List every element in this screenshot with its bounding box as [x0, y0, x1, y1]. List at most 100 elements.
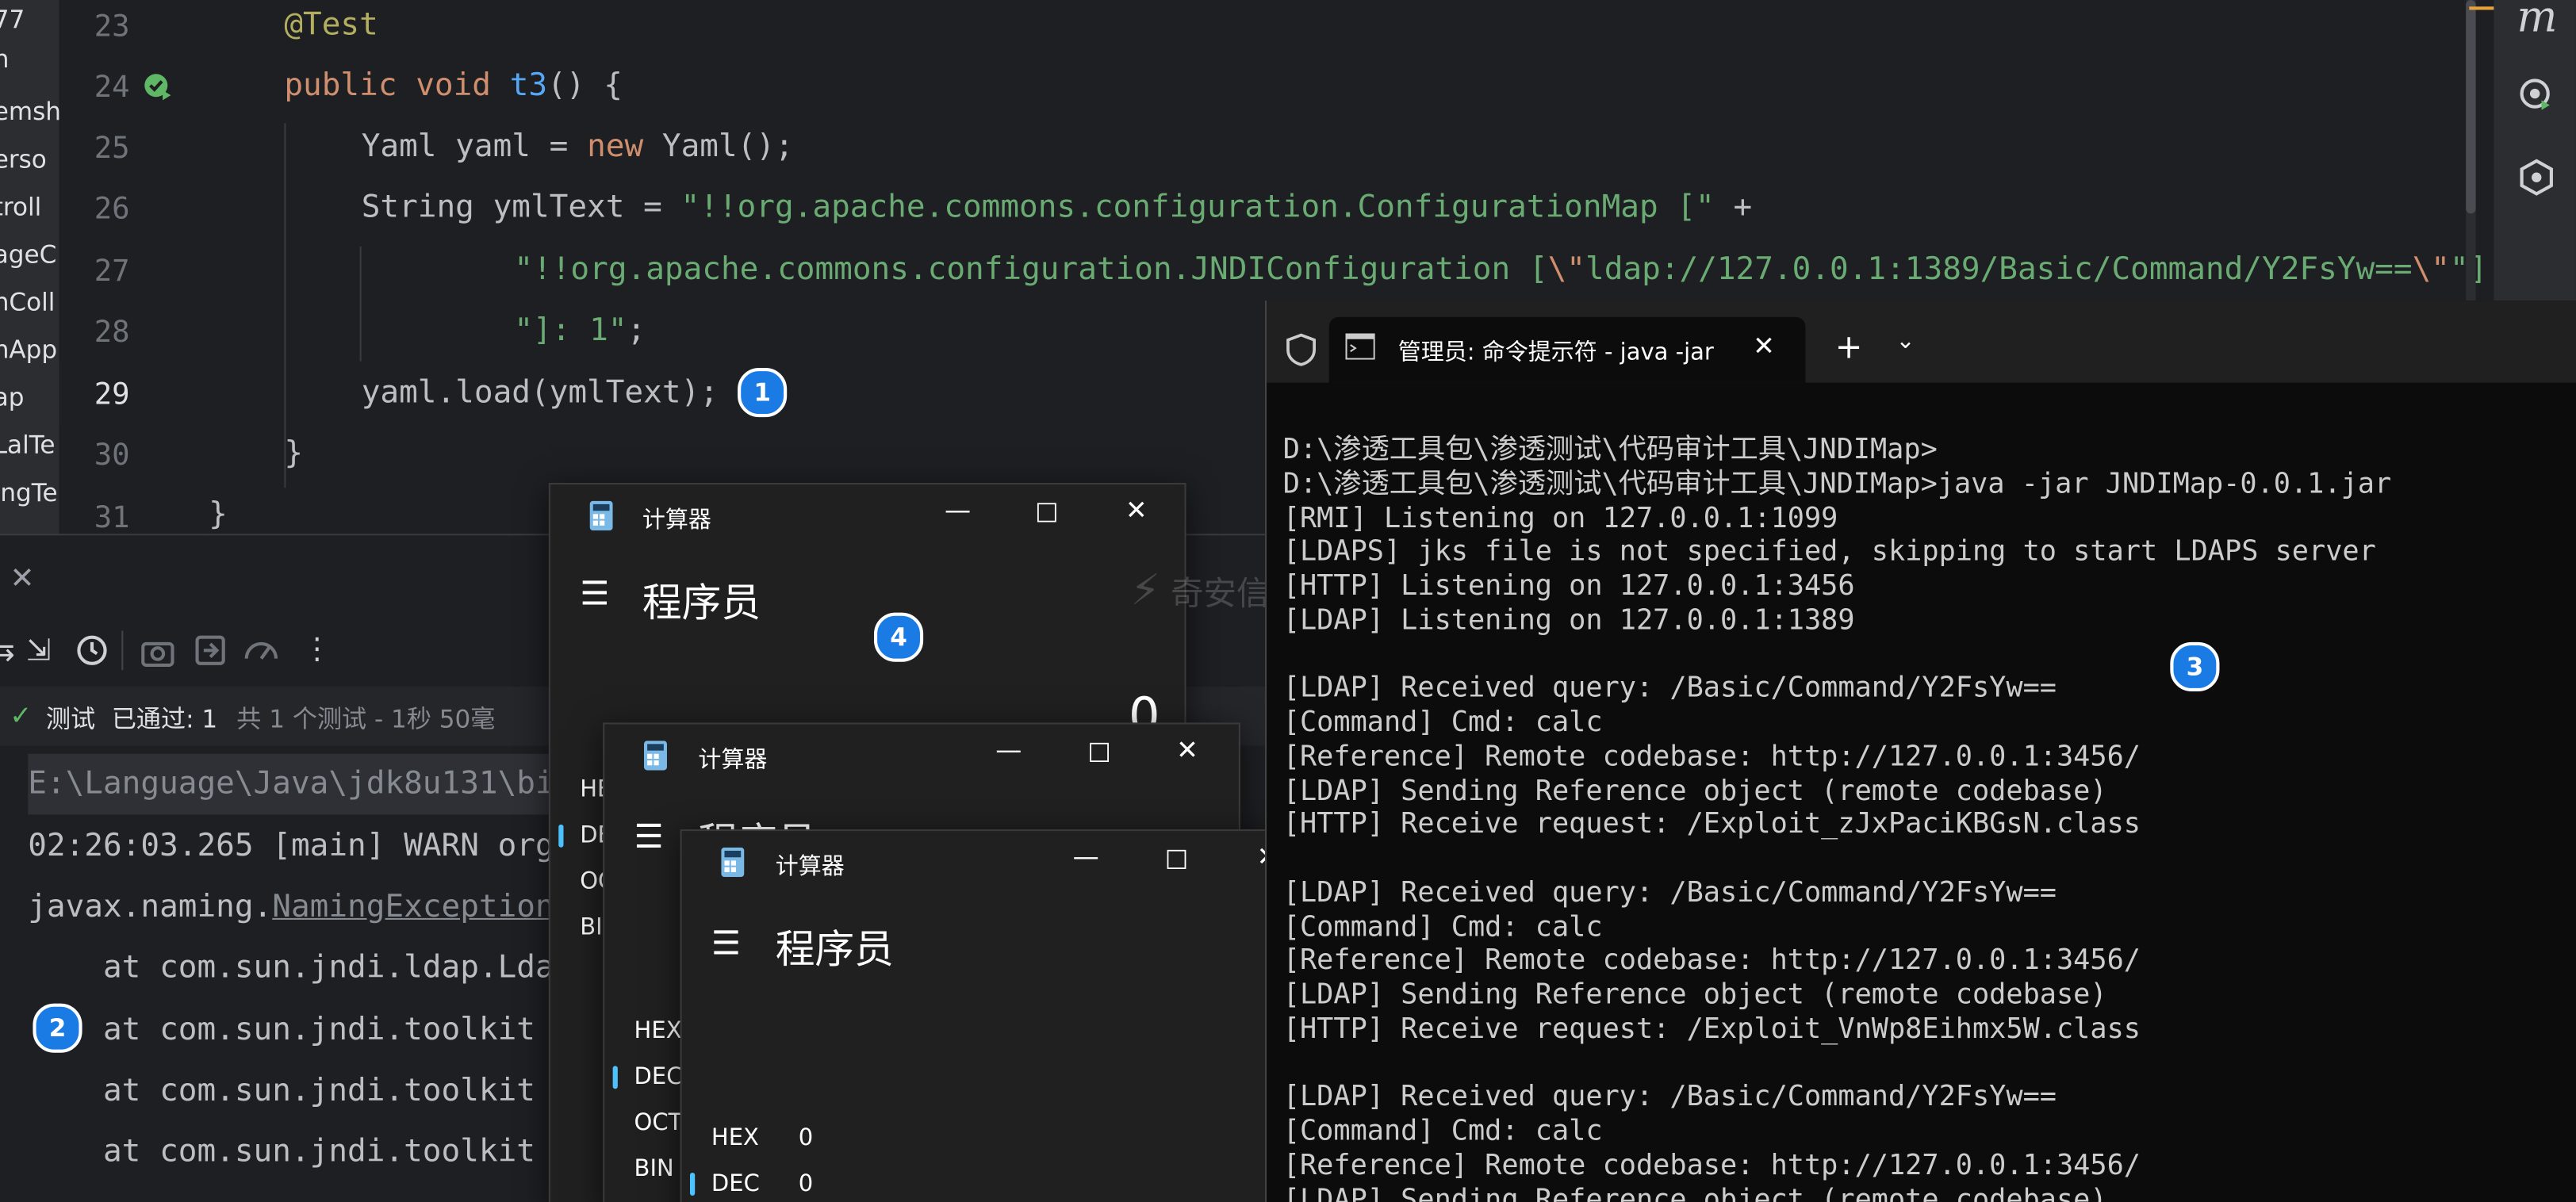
console-line: at com.sun.jndi.toolkit: [28, 1011, 535, 1048]
m-icon[interactable]: m: [2517, 0, 2557, 43]
editor-gutter: 23 24 25 26 27 28 29 30 31: [60, 0, 248, 536]
close-button[interactable]: ✕: [1125, 494, 1148, 525]
test-summary: 共 1 个测试 - 1秒 50毫: [236, 704, 496, 734]
project-tree[interactable]: 77 n emsh erso troll ageC nColl nApp ap …: [0, 0, 59, 534]
base-label[interactable]: HEX: [711, 1125, 759, 1151]
sort-icon[interactable]: ⇆: [0, 634, 15, 668]
terminal-tab[interactable]: 管理员: 命令提示符 - java -jar ✕: [1328, 316, 1806, 383]
calculator-window[interactable]: 计算器 — ☐ ✕ ☰ 程序员 HEX 0 DEC 0: [680, 829, 1308, 1202]
chevron-down-icon[interactable]: ⌄: [1896, 328, 1915, 354]
tree-item[interactable]: emsh: [0, 92, 59, 132]
code-line-24: public void t3() {: [284, 67, 623, 104]
window-title: 计算器: [642, 507, 711, 534]
line-number: 30: [94, 438, 130, 473]
code-line-28: "]: 1";: [514, 312, 646, 349]
calculator-icon: [721, 847, 745, 878]
tree-item[interactable]: LalTe: [0, 425, 56, 465]
console-line: javax.naming.NamingException: [28, 888, 554, 925]
line-number: 29: [94, 377, 130, 412]
calculator-mode: 程序员: [775, 926, 894, 973]
code-line-26: String ymlText = "!!org.apache.commons.c…: [361, 189, 1753, 225]
console-line: at com.sun.jndi.toolkit: [28, 1133, 535, 1169]
test-passed-count: 已通过: 1: [111, 704, 218, 734]
passed-check-icon: ✓: [10, 699, 33, 731]
window-title: 计算器: [775, 854, 845, 881]
terminal-tabbar: 管理员: 命令提示符 - java -jar ✕ + ⌄: [1267, 300, 2576, 383]
annotation-badge: 3: [2170, 641, 2220, 692]
minimize-button[interactable]: —: [995, 734, 1022, 765]
close-tab-icon[interactable]: ✕: [1753, 330, 1775, 361]
hamburger-menu-icon[interactable]: ☰: [580, 573, 609, 613]
minimize-button[interactable]: —: [1073, 841, 1099, 872]
shield-icon: [1286, 333, 1316, 366]
right-tool-strip: m: [2494, 0, 2576, 312]
code-line-27: "!!org.apache.commons.configuration.JNDI…: [514, 251, 2480, 288]
maximize-button[interactable]: ☐: [1087, 737, 1111, 768]
terminal-icon: [1345, 333, 1375, 360]
close-button[interactable]: ✕: [1176, 734, 1198, 765]
tree-item[interactable]: ap: [0, 377, 52, 417]
minimize-button[interactable]: —: [945, 494, 971, 525]
line-number: 23: [94, 10, 130, 44]
annotation-badge: 2: [33, 1003, 82, 1053]
new-tab-icon[interactable]: +: [1835, 327, 1863, 366]
calculator-icon: [589, 500, 613, 531]
tree-item[interactable]: troll: [0, 187, 52, 227]
code-line-30: }: [284, 434, 304, 472]
base-label[interactable]: DEC: [634, 1064, 683, 1090]
code-line-29: yaml.load(ymlText);: [361, 374, 719, 411]
exception-link[interactable]: NamingException: [272, 889, 554, 925]
terminal-output: D:\渗透工具包\渗透测试\代码审计工具\JNDIMap> D:\渗透工具包\渗…: [1282, 433, 2392, 1202]
camera-icon[interactable]: [141, 637, 174, 667]
line-number: 26: [94, 192, 130, 227]
history-icon[interactable]: [75, 634, 108, 667]
hamburger-menu-icon[interactable]: ☰: [634, 816, 664, 856]
tree-item[interactable]: ingTe: [0, 473, 58, 513]
tree-item[interactable]: 77: [0, 0, 52, 40]
calculator-icon: [643, 741, 667, 771]
base-label[interactable]: OCT: [634, 1110, 683, 1136]
test-status-label: 测试: [45, 704, 96, 734]
base-value: 0: [798, 1170, 814, 1198]
base-value: 0: [798, 1124, 814, 1152]
maximize-button[interactable]: ☐: [1035, 498, 1059, 529]
code-line-23: @Test: [284, 6, 378, 43]
base-label[interactable]: HEX: [634, 1018, 682, 1044]
line-number: 25: [94, 131, 130, 167]
editor-scroll-thumb[interactable]: [2466, 0, 2476, 214]
terminal-tab-title: 管理员: 命令提示符 - java -jar: [1397, 339, 1714, 366]
calculator-mode: 程序员: [642, 580, 761, 626]
plugin-icon[interactable]: [2517, 158, 2556, 197]
ai-assistant-icon[interactable]: [2517, 75, 2556, 115]
console-line: E:\Language\Java\jdk8u131\bi: [28, 753, 554, 815]
warning-marker: [2469, 6, 2496, 10]
more-icon[interactable]: ⋮: [302, 632, 332, 666]
collapse-icon[interactable]: ⇲: [26, 634, 51, 668]
base-label[interactable]: BIN: [634, 1156, 674, 1182]
annotation-badge: 1: [738, 367, 788, 418]
close-icon[interactable]: ✕: [10, 561, 34, 595]
base-label[interactable]: DEC: [711, 1171, 760, 1197]
run-test-icon[interactable]: [141, 71, 174, 103]
code-line-31: }: [209, 496, 228, 533]
tree-item[interactable]: nColl: [0, 282, 55, 322]
line-number: 24: [94, 71, 130, 105]
console-line: at com.sun.jndi.toolkit: [28, 1072, 535, 1109]
maximize-button[interactable]: ☐: [1165, 844, 1189, 875]
tree-item[interactable]: n: [0, 40, 52, 79]
code-line-25: Yaml yaml = new Yaml();: [361, 128, 794, 165]
annotation-badge: 4: [873, 612, 924, 662]
console-line: at com.sun.jndi.ldap.Lda: [28, 949, 554, 986]
gauge-icon[interactable]: [243, 634, 280, 667]
line-number: 31: [94, 500, 130, 536]
tree-item[interactable]: nApp: [0, 330, 57, 369]
line-number: 27: [94, 255, 130, 289]
line-number: 28: [94, 315, 130, 350]
tree-item[interactable]: erso: [0, 140, 52, 179]
hamburger-menu-icon[interactable]: ☰: [711, 923, 741, 963]
terminal-window[interactable]: 管理员: 命令提示符 - java -jar ✕ + ⌄ D:\渗透工具包\渗透…: [1264, 300, 2576, 1202]
console-line: 02:26:03.265 [main] WARN org: [28, 827, 554, 864]
tree-item[interactable]: ageC: [0, 235, 56, 274]
window-title: 计算器: [698, 747, 768, 774]
import-icon[interactable]: [194, 634, 226, 667]
